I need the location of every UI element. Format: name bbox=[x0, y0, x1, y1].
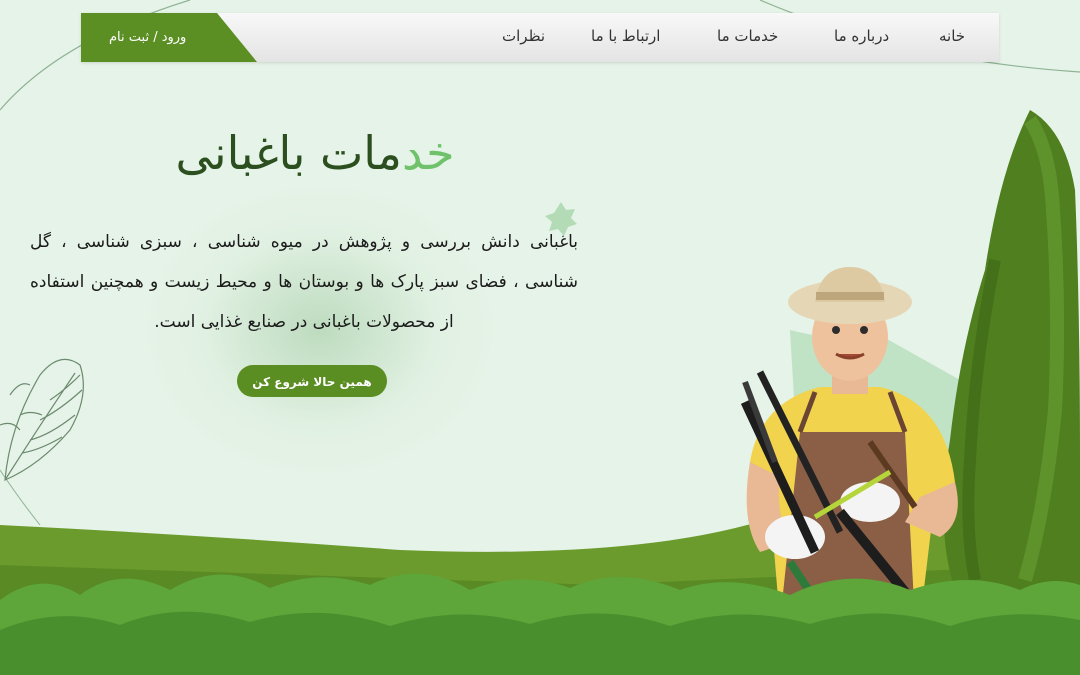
start-now-button[interactable]: همین حالا شروع کن bbox=[237, 365, 387, 397]
monstera-leaf-icon bbox=[0, 358, 84, 481]
nav-item-comments[interactable]: نظرات bbox=[502, 13, 545, 62]
hero-description: باغبانی دانش بررسی و پژوهش در میوه شناسی… bbox=[30, 232, 578, 332]
hero-title-accent: خد bbox=[401, 126, 455, 180]
nav-item-contact[interactable]: ارتباط با ما bbox=[591, 13, 660, 62]
hero-title-main: مات باغبانی bbox=[175, 126, 402, 180]
nav-item-home[interactable]: خانه bbox=[939, 13, 965, 62]
login-register-button[interactable]: ورود / ثبت نام bbox=[81, 13, 257, 62]
navbar: ورود / ثبت نام نظرات ارتباط با ما خدمات … bbox=[81, 13, 999, 62]
nav-item-services[interactable]: خدمات ما bbox=[717, 13, 778, 62]
foreground-shrubs bbox=[0, 573, 1080, 675]
hero-title: خدمات باغبانی bbox=[140, 118, 490, 188]
nav-item-about[interactable]: درباره ما bbox=[834, 13, 889, 62]
